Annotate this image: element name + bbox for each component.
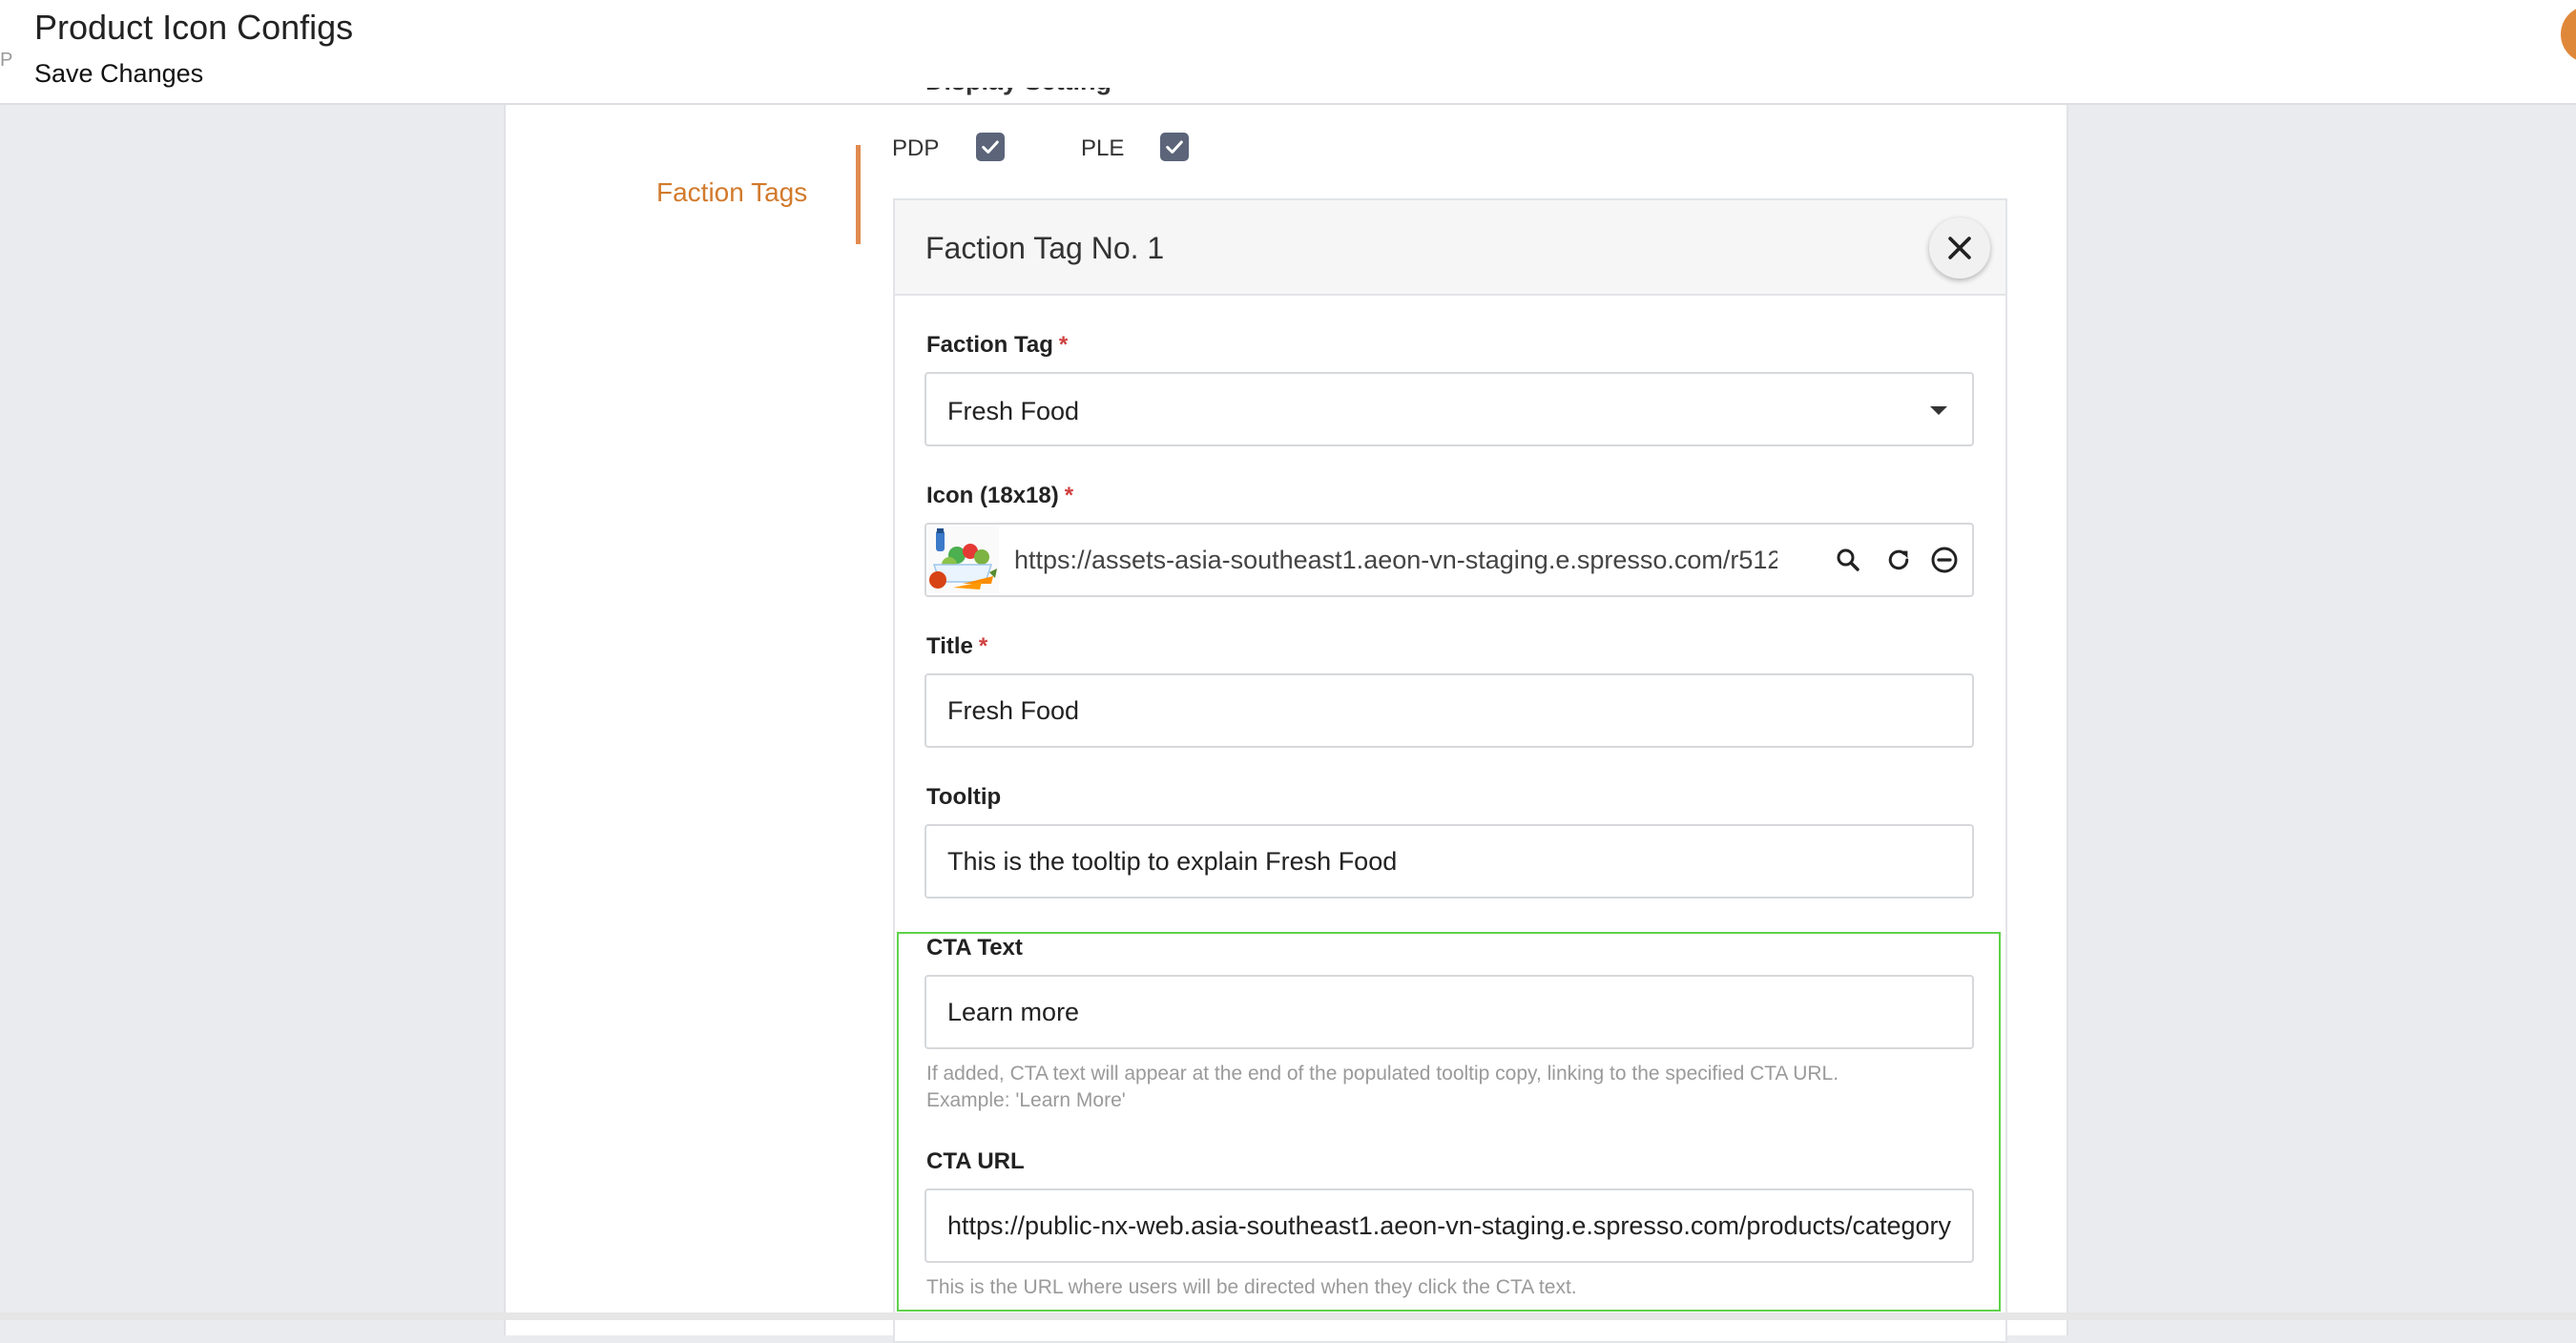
top-bar: P Product Icon Configs Save Changes <box>0 0 2576 105</box>
section-nav-faction-tags[interactable]: Faction Tags <box>656 177 807 208</box>
icon-url-field <box>924 523 1974 597</box>
display-setting-label-clipped: Display Setting <box>925 88 1174 105</box>
icon-thumbnail-image <box>928 527 999 593</box>
cta-text-helper: If added, CTA text will appear at the en… <box>926 1063 1839 1111</box>
section-active-indicator <box>856 145 861 244</box>
panel-title: Faction Tag No. 1 <box>925 231 1165 265</box>
tooltip-input[interactable] <box>924 824 1974 899</box>
icon-url-input[interactable] <box>1014 525 1777 595</box>
close-panel-button[interactable] <box>1929 217 1990 279</box>
minus-circle-icon <box>1931 547 1958 573</box>
cta-url-input[interactable] <box>924 1188 1974 1263</box>
faction-tag-label: Faction Tag * <box>926 332 1069 358</box>
page-title: Product Icon Configs <box>34 8 354 47</box>
pdp-checkbox[interactable] <box>976 133 1005 161</box>
cta-text-label: CTA Text <box>926 935 1023 961</box>
check-icon <box>982 140 999 154</box>
search-icon-button[interactable] <box>1830 542 1866 578</box>
cta-url-label: CTA URL <box>926 1148 1025 1174</box>
refresh-icon <box>1888 549 1909 570</box>
title-label: Title * <box>926 633 988 659</box>
faction-tag-selected-value: Fresh Food <box>947 397 1080 425</box>
remove-icon-button[interactable] <box>1926 542 1963 578</box>
icon-label: Icon (18x18) * <box>926 483 1074 508</box>
bottom-edge <box>0 1312 2576 1320</box>
search-icon <box>1837 548 1859 571</box>
avatar[interactable] <box>2561 6 2576 63</box>
title-input[interactable] <box>924 673 1974 748</box>
ple-checkbox[interactable] <box>1160 133 1189 161</box>
refresh-icon-button[interactable] <box>1880 542 1917 578</box>
ple-checkbox-label: PLE <box>1081 135 1125 161</box>
pdp-checkbox-label: PDP <box>892 135 940 161</box>
faction-tag-panel: Faction Tag No. 1 <box>893 198 2007 1343</box>
tooltip-label: Tooltip <box>926 784 1002 810</box>
dropdown-caret-icon <box>1930 406 1947 415</box>
panel-header: Faction Tag No. 1 <box>895 200 2005 296</box>
cta-url-helper: This is the URL where users will be dire… <box>926 1276 1577 1298</box>
cta-text-input[interactable] <box>924 975 1974 1049</box>
check-icon <box>1166 140 1183 154</box>
faction-tag-select[interactable]: Fresh Food <box>924 372 1974 446</box>
save-changes-button[interactable]: Save Changes <box>34 59 203 89</box>
close-icon <box>1948 237 1971 259</box>
edge-mark: P <box>0 50 13 71</box>
